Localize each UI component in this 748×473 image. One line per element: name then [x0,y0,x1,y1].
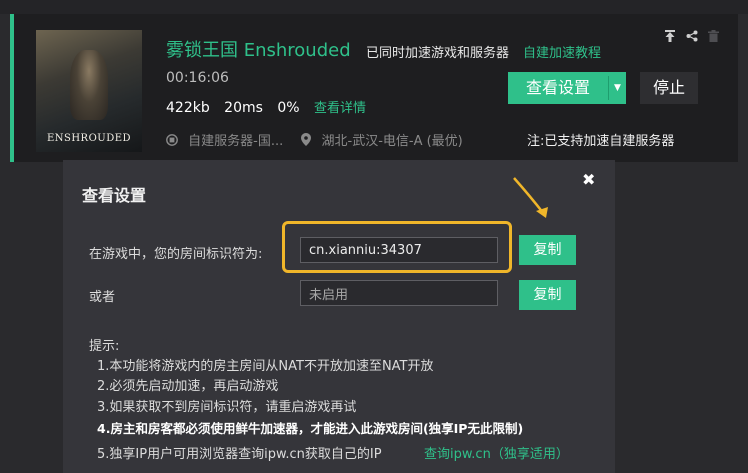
or-label: 或者 [89,290,116,305]
latency-value: 20ms [224,100,263,116]
top-bar [0,0,748,14]
copy-room-id-button[interactable]: 复制 [519,235,576,265]
server-icon [166,134,182,149]
view-details-link[interactable]: 查看详情 [314,101,366,116]
room-id-label: 在游戏中，您的房间标识符为: [89,247,263,262]
card-actions [664,30,725,45]
trash-icon[interactable] [707,30,719,45]
pin-top-icon[interactable] [664,30,680,45]
room-id-highlight [282,221,512,273]
elapsed-time: 00:16:06 [166,70,229,86]
packet-loss-value: 0% [277,100,300,116]
dialog-title: 查看设置 [82,186,147,205]
self-hosted-tutorial-link[interactable]: 自建加速教程 [523,42,601,61]
cover-character [70,50,108,120]
view-settings-button[interactable]: 查看设置 ▼ [508,72,626,104]
location-pin-icon [301,133,315,149]
accelerated-game-card: ENSHROUDED 雾锁王国 Enshrouded 已同时加速游戏和服务器 自… [10,14,738,162]
speed-value: 422kb [166,100,210,116]
view-settings-dialog: 查看设置 ✖ 在游戏中，您的房间标识符为: 复制 或者 复制 提示: 1.本功能… [63,160,615,473]
location-label: 湖北-武汉-电信-A (最优) [321,134,463,149]
tip-item: 1.本功能将游戏内的房主房间从NAT不开放加速至NAT开放 [97,359,434,374]
stop-button[interactable]: 停止 [640,72,698,104]
tip-item-important: 4.房主和房客都必须使用鲜牛加速器，才能进入此游戏房间(独享IP无此限制) [97,421,524,436]
server-info-row: 自建服务器-国... 湖北-武汉-电信-A (最优) [166,130,463,149]
alternate-id-field[interactable] [300,280,498,306]
query-ipw-link[interactable]: 查询ipw.cn（独享适用） [424,443,569,462]
cover-logo: ENSHROUDED [46,133,132,144]
share-icon[interactable] [686,30,702,45]
view-settings-label: 查看设置 [525,78,590,97]
acceleration-status-text: 已同时加速游戏和服务器 [366,46,510,61]
hint-arrow-icon [513,177,548,218]
game-title: 雾锁王国 Enshrouded [166,40,351,61]
chevron-down-icon[interactable]: ▼ [609,72,626,104]
tip-item: 5.独享IP用户可用浏览器查询ipw.cn获取自己的IP [97,447,382,462]
tip-item: 2.必须先启动加速，再启动游戏 [97,379,279,394]
server-label: 自建服务器-国... [188,134,284,149]
tip-item: 3.如果获取不到房间标识符，请重启游戏再试 [97,400,357,415]
self-hosted-support-note: 注:已支持加速自建服务器 [527,134,675,149]
game-cover-image: ENSHROUDED [36,30,142,152]
network-stats: 422kb 20ms 0% 查看详情 [166,97,376,116]
close-icon[interactable]: ✖ [582,170,595,189]
copy-alternate-id-button[interactable]: 复制 [519,280,576,310]
tips-title: 提示: [89,339,120,354]
